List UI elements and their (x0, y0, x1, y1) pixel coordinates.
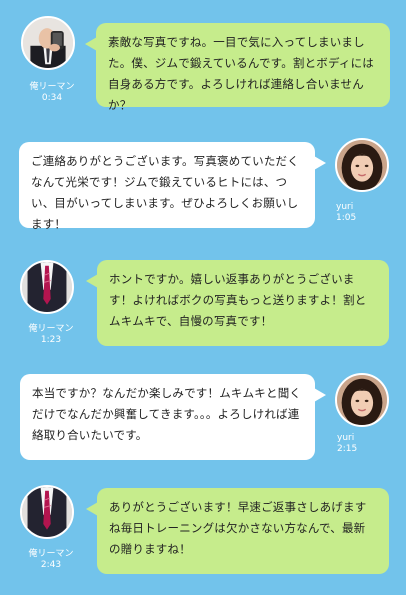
message-bubble: 素敵な写真ですね。一目で気に入ってしまいました。僕、ジムで鍛えているんです。割と… (85, 23, 390, 112)
sender-meta: 俺リーマン 0:34 (26, 82, 78, 104)
man-in-suit-avatar[interactable] (20, 485, 74, 539)
woman-avatar[interactable] (335, 373, 389, 427)
message-time: 2:43 (40, 560, 62, 570)
sender-name: yuri (336, 202, 354, 212)
message-text: 本当ですか？なんだか楽しみです！ムキムキと聞くだけでなんだか興奮してきます。。。… (32, 386, 302, 442)
message-time: 2:15 (337, 444, 358, 454)
woman-avatar[interactable] (335, 138, 389, 192)
sender-name: 俺リーマン (28, 324, 74, 334)
message-time: 1:23 (40, 335, 62, 345)
man-in-suit-avatar[interactable] (20, 260, 74, 314)
sender-name: yuri (337, 433, 355, 443)
message-bubble: 本当ですか？なんだか楽しみです！ムキムキと聞くだけでなんだか興奮してきます。。。… (20, 374, 326, 460)
message-bubble: ご連絡ありがとうございます。写真褒めていただくなんて光栄です！ジムで鍛えているヒ… (19, 142, 326, 231)
sender-name: 俺リーマン (28, 549, 74, 559)
message-text: ご連絡ありがとうございます。写真褒めていただくなんて光栄です！ジムで鍛えているヒ… (31, 154, 299, 231)
man-with-phone-avatar[interactable] (21, 16, 75, 70)
message-text: ありがとうございます！早速ご返事さしあげますね毎日トレーニングは欠かさない方なん… (109, 500, 367, 556)
message-bubble: ホントですか。嬉しい返事ありがとうございます！よければボクの写真もっと送りますよ… (86, 260, 389, 346)
message-text: ホントですか。嬉しい返事ありがとうございます！よければボクの写真もっと送りますよ… (109, 272, 367, 328)
message-time: 0:34 (41, 93, 63, 103)
sender-meta: yuri 2:15 (337, 433, 367, 455)
sender-meta: 俺リーマン 2:43 (25, 549, 77, 571)
chat-thread: 俺リーマン 0:34 素敵な写真ですね。一目で気に入ってしまいました。僕、ジムで… (0, 0, 406, 595)
message-bubble: ありがとうございます！早速ご返事さしあげますね毎日トレーニングは欠かさない方なん… (86, 488, 389, 574)
message-time: 1:05 (336, 213, 357, 223)
sender-meta: yuri 1:05 (336, 202, 366, 224)
sender-name: 俺リーマン (29, 82, 75, 92)
message-text: 素敵な写真ですね。一目で気に入ってしまいました。僕、ジムで鍛えているんです。割と… (108, 35, 374, 112)
sender-meta: 俺リーマン 1:23 (25, 324, 77, 346)
